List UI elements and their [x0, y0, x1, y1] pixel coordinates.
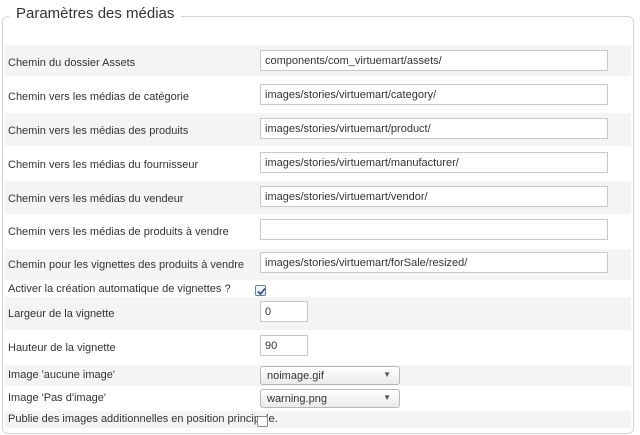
field-row-auto-thumb: Activer la création automatique de vigne… — [5, 281, 631, 296]
chevron-down-icon: ▼ — [383, 393, 391, 402]
field-row-forsale: Chemin vers les médias de produits à ven… — [5, 215, 631, 248]
auto-thumb-label: Activer la création automatique de vigne… — [8, 283, 231, 295]
publish-additional-label: Publie des images additionnelles en posi… — [8, 413, 278, 425]
no-image-select[interactable]: noimage.gif ▼ — [260, 366, 400, 385]
field-row-manufacturer: Chemin vers les médias du fournisseur — [5, 147, 631, 180]
chevron-down-icon: ▼ — [383, 370, 391, 379]
thumb-width-label: Largeur de la vignette — [8, 308, 115, 320]
manufacturer-path-input[interactable] — [260, 152, 608, 173]
field-row-assets: Chemin du dossier Assets — [5, 45, 631, 76]
section-title: Paramètres des médias — [9, 4, 182, 24]
field-row-warning-image: Image 'Pas d'image' warning.png ▼ — [5, 387, 631, 410]
auto-thumb-checkbox[interactable] — [255, 285, 266, 296]
warning-image-selected-value: warning.png — [267, 393, 327, 405]
field-row-category: Chemin vers les médias de catégorie — [5, 79, 631, 112]
field-label-forsale-thumbs: Chemin pour les vignettes des produits à… — [8, 259, 245, 271]
publish-additional-checkbox[interactable] — [257, 416, 268, 427]
field-row-thumb-width: Largeur de la vignette — [5, 297, 631, 330]
field-row-product: Chemin vers les médias des produits — [5, 113, 631, 146]
no-image-selected-value: noimage.gif — [267, 370, 324, 382]
forsale-thumbs-path-input[interactable] — [260, 252, 608, 273]
field-row-forsale-thumbs: Chemin pour les vignettes des produits à… — [5, 249, 631, 280]
field-row-vendor: Chemin vers les médias du vendeur — [5, 181, 631, 214]
checkmark-icon — [257, 287, 266, 296]
assets-path-input[interactable] — [260, 50, 608, 71]
vendor-path-input[interactable] — [260, 186, 608, 207]
category-path-input[interactable] — [260, 84, 608, 105]
thumb-width-input[interactable] — [260, 301, 308, 322]
thumb-height-input[interactable] — [260, 335, 308, 356]
field-label-category: Chemin vers les médias de catégorie — [8, 91, 189, 103]
field-label-forsale: Chemin vers les médias de produits à ven… — [8, 226, 229, 238]
field-label-assets: Chemin du dossier Assets — [8, 57, 136, 69]
warning-image-label: Image 'Pas d'image' — [8, 392, 107, 404]
thumb-height-label: Hauteur de la vignette — [8, 342, 116, 354]
field-label-manufacturer: Chemin vers les médias du fournisseur — [8, 159, 199, 171]
product-path-input[interactable] — [260, 118, 608, 139]
field-label-vendor: Chemin vers les médias du vendeur — [8, 193, 184, 205]
field-row-thumb-height: Hauteur de la vignette — [5, 331, 631, 364]
field-row-publish-additional: Publie des images additionnelles en posi… — [5, 411, 631, 428]
field-label-product: Chemin vers les médias des produits — [8, 125, 189, 137]
no-image-label: Image 'aucune image' — [8, 369, 115, 381]
field-row-no-image: Image 'aucune image' noimage.gif ▼ — [5, 365, 631, 386]
forsale-path-input[interactable] — [260, 219, 608, 240]
warning-image-select[interactable]: warning.png ▼ — [260, 389, 400, 408]
